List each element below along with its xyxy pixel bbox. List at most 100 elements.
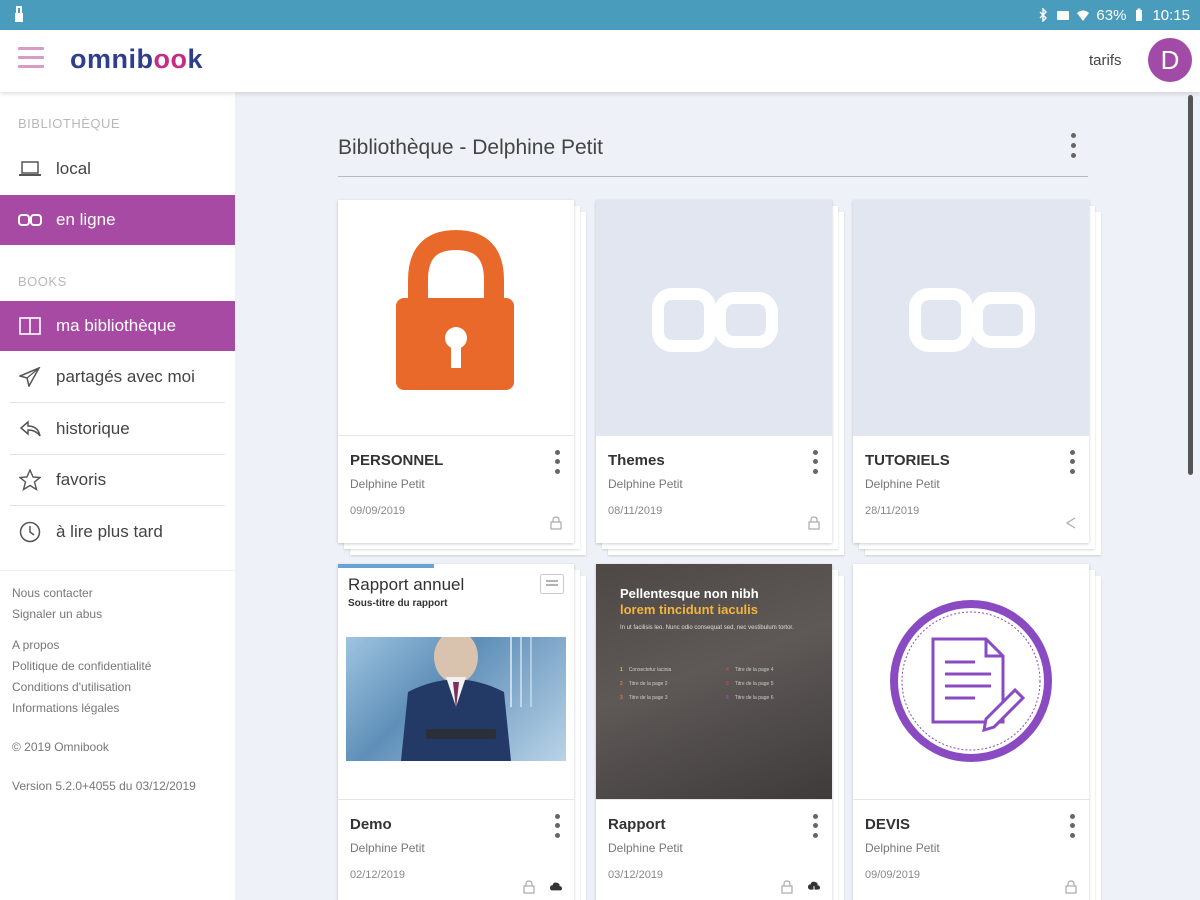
sidebar-item-local[interactable]: local: [0, 144, 235, 194]
version-text: Version 5.2.0+4055 du 03/12/2019: [12, 779, 196, 793]
card-menu-icon[interactable]: [1067, 812, 1077, 840]
book-title: Rapport: [608, 816, 666, 833]
report-abuse-link[interactable]: Signaler un abus: [12, 607, 102, 621]
book-icon: [18, 314, 42, 338]
book-cover: [853, 200, 1089, 435]
sidebar-item-historique[interactable]: historique: [0, 404, 235, 454]
cover-toc-item: 3 Titre de la page 3: [620, 695, 668, 701]
book-date: 03/12/2019: [608, 869, 664, 881]
clock-time: 10:15: [1152, 6, 1190, 24]
sidebar-item-label: partagés avec moi: [56, 367, 195, 386]
private-lock-icon: [1065, 880, 1077, 894]
cloud-download-icon: [808, 881, 820, 893]
card-menu-icon[interactable]: [552, 448, 562, 476]
bluetooth-icon: [1039, 8, 1048, 22]
clock-icon: [18, 520, 42, 544]
privacy-link[interactable]: Politique de confidentialité: [12, 659, 151, 673]
sidebar-item-label: à lire plus tard: [56, 522, 163, 541]
book-date: 02/12/2019: [350, 869, 406, 881]
book-owner: Delphine Petit: [865, 477, 940, 491]
cover-heading: Pellentesque non nibh: [620, 586, 759, 601]
card-menu-icon[interactable]: [810, 448, 820, 476]
avatar[interactable]: D: [1148, 38, 1192, 82]
document-edit-icon: [890, 600, 1052, 762]
more-options-icon[interactable]: [1066, 130, 1080, 160]
star-icon: [18, 468, 42, 492]
book-title: PERSONNEL: [350, 452, 444, 469]
book-owner: Delphine Petit: [608, 841, 683, 855]
book-date: 09/09/2019: [865, 869, 921, 881]
cover-toc-item: 6 Titre de la page 6: [726, 695, 774, 701]
sidebar-item-en-ligne[interactable]: en ligne: [0, 195, 235, 245]
book-title: Demo: [350, 816, 392, 833]
card-menu-icon[interactable]: [552, 812, 562, 840]
private-lock-icon: [550, 516, 562, 530]
cover-intro: In ut facilisis leo. Nunc odio consequat…: [620, 625, 794, 631]
sidebar-item-a-lire-plus-tard[interactable]: à lire plus tard: [0, 507, 235, 557]
paper-plane-icon: [18, 365, 42, 389]
cover-options-button[interactable]: [540, 574, 564, 594]
divider: [0, 570, 235, 571]
card-menu-icon[interactable]: [810, 812, 820, 840]
private-lock-icon: [808, 516, 820, 530]
progress-bar: [338, 564, 434, 568]
book-cover: Rapport annuel Sous-titre du rapport: [338, 564, 574, 799]
section-label-library: BIBLIOTHÈQUE: [18, 116, 121, 131]
page-title: Bibliothèque - Delphine Petit: [338, 136, 604, 159]
book-date: 09/09/2019: [350, 505, 406, 517]
book-cover: [338, 200, 574, 435]
sidebar-item-label: en ligne: [56, 210, 116, 229]
terms-link[interactable]: Conditions d'utilisation: [12, 680, 131, 694]
book-card-devis[interactable]: DEVIS Delphine Petit 09/09/2019: [853, 564, 1101, 900]
cover-toc-item: 4 Titre de la page 4: [726, 667, 774, 673]
book-title: DEVIS: [865, 816, 911, 833]
cover-toc-item: 5 Titre de la page 5: [726, 681, 774, 687]
cover-subtitle: Sous-titre du rapport: [348, 598, 448, 609]
book-card-themes[interactable]: Themes Delphine Petit 08/11/2019: [596, 200, 844, 555]
book-card-demo[interactable]: Rapport annuel Sous-titre du rapport Dem…: [338, 564, 586, 900]
scrollbar[interactable]: [1188, 95, 1193, 475]
book-owner: Delphine Petit: [350, 841, 425, 855]
book-card-tutoriels[interactable]: TUTORIELS Delphine Petit 28/11/2019: [853, 200, 1101, 555]
private-lock-icon: [523, 880, 535, 894]
wifi-icon: [1077, 10, 1090, 21]
sidebar-item-label: local: [56, 159, 91, 178]
contact-link[interactable]: Nous contacter: [12, 586, 93, 600]
app-bar: omnibook tarifs D: [0, 30, 1200, 92]
card-menu-icon[interactable]: [1067, 448, 1077, 476]
book-cover: [596, 200, 832, 435]
sidebar-item-ma-bibliotheque[interactable]: ma bibliothèque: [0, 301, 235, 351]
battery-icon: [1136, 8, 1143, 21]
omnibook-cloud-icon: [18, 208, 42, 232]
shared-icon: [1065, 517, 1076, 529]
cover-title: Rapport annuel: [348, 575, 465, 594]
about-link[interactable]: A propos: [12, 638, 59, 652]
book-owner: Delphine Petit: [608, 477, 683, 491]
copyright: © 2019 Omnibook: [12, 740, 109, 754]
sidebar-item-partages[interactable]: partagés avec moi: [0, 352, 235, 402]
book-title: Themes: [608, 452, 665, 469]
book-cover: Pellentesque non nibh lorem tincidunt ia…: [596, 564, 832, 799]
sidebar-item-label: historique: [56, 419, 130, 438]
tarifs-link[interactable]: tarifs: [1089, 52, 1122, 69]
laptop-icon: [18, 157, 42, 181]
divider: [10, 402, 225, 403]
menu-icon[interactable]: [18, 47, 44, 71]
omnibook-logo[interactable]: omnibook: [70, 44, 203, 75]
legal-link[interactable]: Informations légales: [12, 701, 119, 715]
section-label-books: BOOKS: [18, 274, 67, 289]
cover-toc-item: 1 Consectetur lacinia: [620, 667, 672, 673]
business-photo: [346, 637, 566, 761]
book-card-rapport[interactable]: Pellentesque non nibh lorem tincidunt ia…: [596, 564, 844, 900]
private-lock-icon: [781, 880, 793, 894]
cover-subheading: lorem tincidunt iaculis: [620, 602, 758, 617]
book-owner: Delphine Petit: [865, 841, 940, 855]
omnibook-placeholder-icon: [909, 288, 1035, 352]
title-divider: [338, 176, 1088, 177]
sidebar-item-favoris[interactable]: favoris: [0, 455, 235, 505]
status-icons: 63% 10:15: [1036, 0, 1190, 30]
book-date: 08/11/2019: [608, 505, 663, 517]
book-card-personnel[interactable]: PERSONNEL Delphine Petit 09/09/2019: [338, 200, 586, 555]
book-owner: Delphine Petit: [350, 477, 425, 491]
status-bar: 63% 10:15: [0, 0, 1200, 30]
